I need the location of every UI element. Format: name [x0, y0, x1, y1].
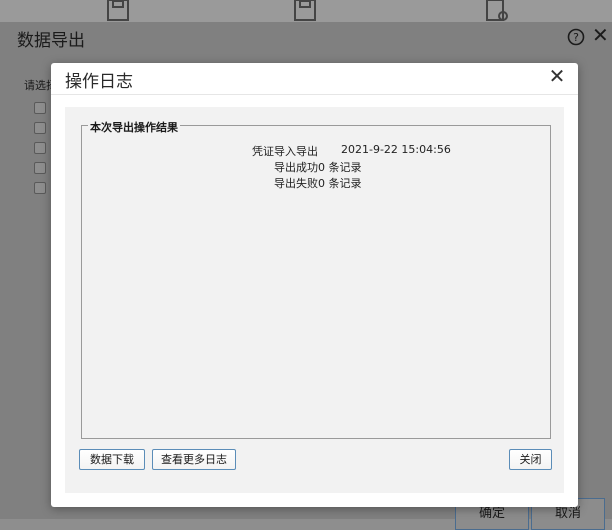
checkbox[interactable] — [34, 162, 46, 174]
export-result-section: 本次导出操作结果 凭证导入导出 2021-9-22 15:04:56 导出成功0… — [81, 119, 551, 439]
log-line-success: 导出成功0 条记录 — [274, 161, 362, 174]
modal-body: 本次导出操作结果 凭证导入导出 2021-9-22 15:04:56 导出成功0… — [65, 107, 564, 493]
checkbox[interactable] — [34, 102, 46, 114]
log-line-label: 凭证导入导出 — [252, 145, 318, 158]
help-icon[interactable]: ? — [566, 27, 586, 47]
checkbox[interactable] — [34, 122, 46, 134]
document-settings-icon — [484, 0, 510, 22]
modal-title: 操作日志 — [65, 72, 133, 92]
section-title: 本次导出操作结果 — [88, 119, 180, 135]
log-line-failure: 导出失败0 条记录 — [274, 177, 362, 190]
svg-text:?: ? — [573, 31, 579, 44]
export-item-list — [24, 88, 54, 228]
save-as-icon — [292, 0, 318, 22]
data-export-title: 数据导出 — [17, 31, 85, 51]
data-download-button[interactable]: 数据下载 — [79, 449, 145, 470]
view-more-logs-button[interactable]: 查看更多日志 — [152, 449, 236, 470]
close-button[interactable]: 关闭 — [509, 449, 552, 470]
outer-close-icon[interactable]: ✕ — [592, 25, 609, 45]
modal-divider — [51, 94, 578, 95]
checkbox[interactable] — [34, 182, 46, 194]
log-line-time: 2021-9-22 15:04:56 — [341, 143, 451, 156]
background-toolbar — [0, 0, 612, 24]
checkbox[interactable] — [34, 142, 46, 154]
operation-log-modal: 操作日志 ✕ 本次导出操作结果 凭证导入导出 2021-9-22 15:04:5… — [51, 63, 578, 507]
modal-close-icon[interactable]: ✕ — [547, 66, 567, 86]
save-icon — [105, 0, 131, 22]
